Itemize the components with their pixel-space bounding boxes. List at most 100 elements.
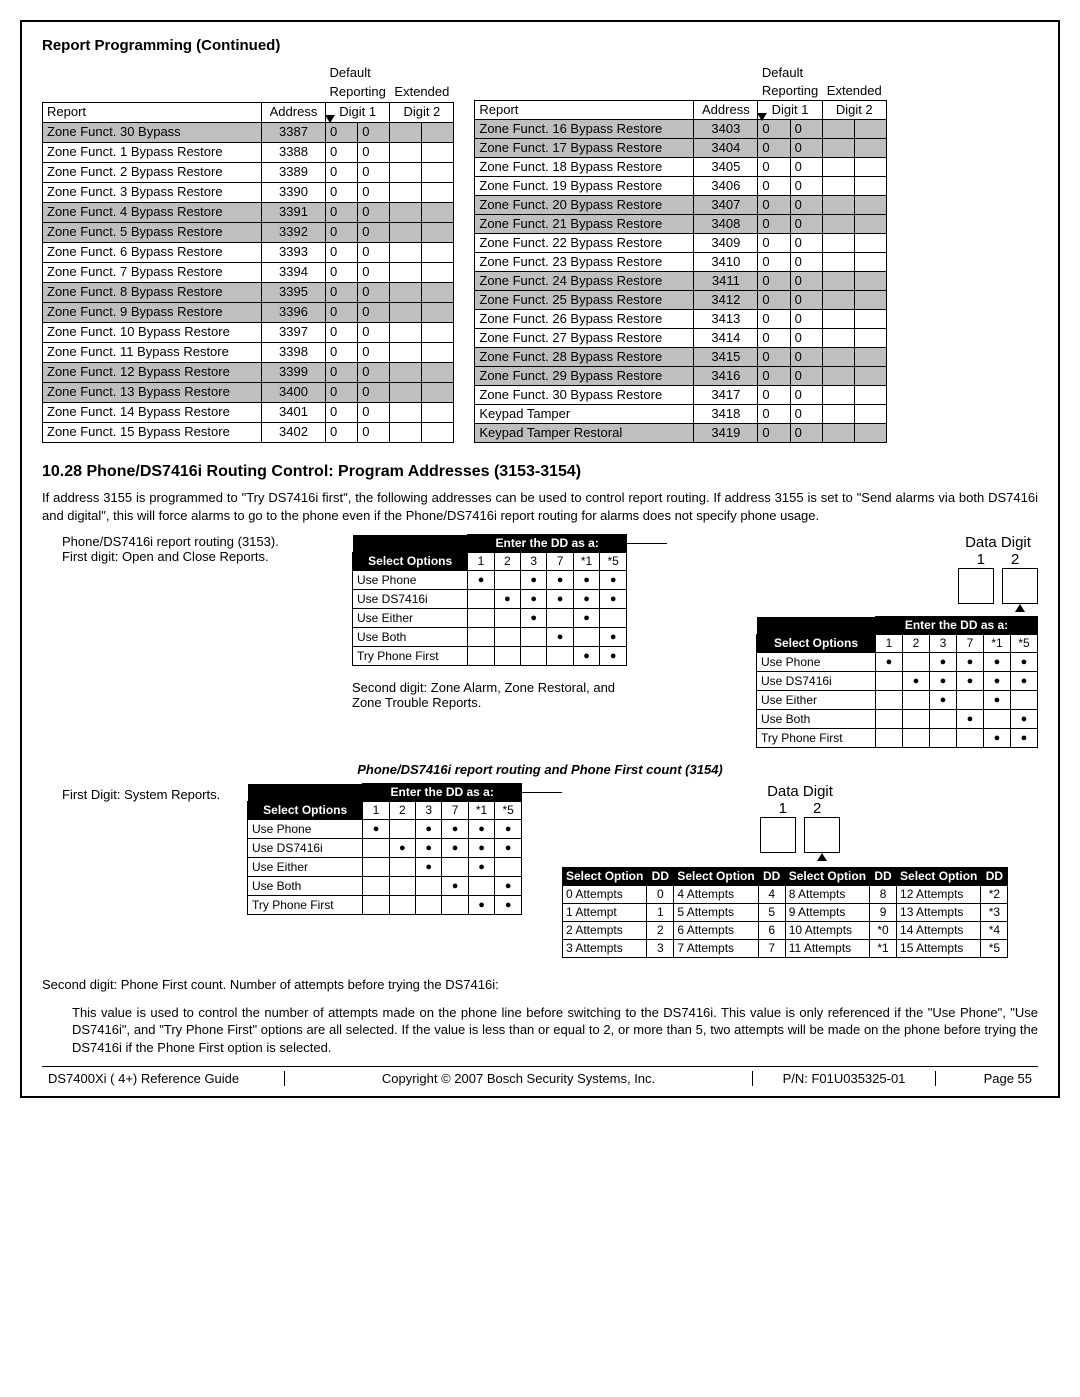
table-row: Zone Funct. 28 Bypass Restore341500 xyxy=(475,348,886,367)
left-report-table: Default Reporting Extended Report Addres… xyxy=(42,64,454,443)
footer-guide: DS7400Xi ( 4+) Reference Guide xyxy=(42,1071,284,1086)
dd-box-2a[interactable] xyxy=(1002,568,1038,604)
option-row: Use DS7416i xyxy=(353,590,627,609)
data-digit-label-2: Data Digit xyxy=(760,783,840,800)
extended-label: Extended xyxy=(390,83,454,102)
intro-paragraph: If address 3155 is programmed to "Try DS… xyxy=(42,489,1038,524)
attempts-table: Select OptionDD Select OptionDD Select O… xyxy=(562,867,1008,958)
table-row: Zone Funct. 5 Bypass Restore339200 xyxy=(43,222,454,242)
enter-dd-b: Enter the DD as a: xyxy=(876,617,1038,635)
select-options-a: Select Options xyxy=(353,553,468,571)
table-row: Zone Funct. 20 Bypass Restore340700 xyxy=(475,196,886,215)
default-label: Default xyxy=(326,64,454,83)
table-row: Zone Funct. 14 Bypass Restore340100 xyxy=(43,402,454,422)
table-row: Zone Funct. 4 Bypass Restore339100 xyxy=(43,202,454,222)
table-row: Zone Funct. 3 Bypass Restore339000 xyxy=(43,182,454,202)
option-row: Use DS7416i xyxy=(757,672,1038,691)
section-title: Report Programming (Continued) xyxy=(42,37,1038,54)
table-row: Keypad Tamper341800 xyxy=(475,405,886,424)
table-row: Zone Funct. 27 Bypass Restore341400 xyxy=(475,329,886,348)
options-table-b: Enter the DD as a: Select Options 1237*1… xyxy=(756,616,1038,748)
table-row: Zone Funct. 25 Bypass Restore341200 xyxy=(475,291,886,310)
table-row: Zone Funct. 18 Bypass Restore340500 xyxy=(475,158,886,177)
col-address-hdr-r: Address xyxy=(694,101,758,120)
first-digit-system: First Digit: System Reports. xyxy=(42,783,247,802)
table-row: Zone Funct. 6 Bypass Restore339300 xyxy=(43,242,454,262)
table-row: Zone Funct. 30 Bypass Restore341700 xyxy=(475,386,886,405)
final-paragraph: This value is used to control the number… xyxy=(42,1004,1038,1057)
option-row: Use Either xyxy=(248,858,522,877)
table-row: Zone Funct. 24 Bypass Restore341100 xyxy=(475,272,886,291)
col-address-hdr: Address xyxy=(262,102,326,122)
col-report-hdr-r: Report xyxy=(475,101,694,120)
attempts-row: 0 Attempts04 Attempts48 Attempts812 Atte… xyxy=(563,886,1008,904)
routing-3154-title: Phone/DS7416i report routing and Phone F… xyxy=(42,762,1038,777)
table-row: Zone Funct. 26 Bypass Restore341300 xyxy=(475,310,886,329)
table-row: Zone Funct. 1 Bypass Restore338800 xyxy=(43,142,454,162)
option-row: Use Both xyxy=(248,877,522,896)
reporting-label: Reporting xyxy=(326,83,390,102)
col-digit1-hdr-r: Digit 1 xyxy=(758,101,822,120)
dd-box-2b[interactable] xyxy=(804,817,840,853)
table-row: Zone Funct. 15 Bypass Restore340200 xyxy=(43,422,454,442)
second-digit-count: Second digit: Phone First count. Number … xyxy=(42,976,1038,994)
attempts-row: 3 Attempts37 Attempts711 Attempts*115 At… xyxy=(563,940,1008,958)
option-row: Use Phone xyxy=(353,571,627,590)
table-row: Zone Funct. 23 Bypass Restore341000 xyxy=(475,253,886,272)
col-digit2-hdr-r: Digit 2 xyxy=(822,101,886,120)
table-row: Zone Funct. 30 Bypass338700 xyxy=(43,122,454,142)
default-label-r: Default xyxy=(758,64,886,82)
footer-copyright: Copyright © 2007 Bosch Security Systems,… xyxy=(284,1071,753,1086)
table-row: Zone Funct. 21 Bypass Restore340800 xyxy=(475,215,886,234)
reporting-label-r: Reporting xyxy=(758,82,822,101)
option-row: Use Phone xyxy=(757,653,1038,672)
col-digit2-hdr: Digit 2 xyxy=(390,102,454,122)
table-row: Zone Funct. 19 Bypass Restore340600 xyxy=(475,177,886,196)
option-row: Try Phone First xyxy=(757,729,1038,748)
dd-box-1a[interactable] xyxy=(958,568,994,604)
table-row: Zone Funct. 29 Bypass Restore341600 xyxy=(475,367,886,386)
dd-box-1b[interactable] xyxy=(760,817,796,853)
select-options-b: Select Options xyxy=(757,635,876,653)
heading-1028: 10.28 Phone/DS7416i Routing Control: Pro… xyxy=(42,463,1038,481)
enter-dd-a: Enter the DD as a: xyxy=(468,535,627,553)
table-row: Keypad Tamper Restoral341900 xyxy=(475,424,886,443)
footer-pn: P/N: F01U035325-01 xyxy=(753,1071,936,1086)
option-row: Try Phone First xyxy=(353,647,627,666)
option-row: Use Both xyxy=(353,628,627,647)
table-row: Zone Funct. 8 Bypass Restore339500 xyxy=(43,282,454,302)
table-row: Zone Funct. 13 Bypass Restore340000 xyxy=(43,382,454,402)
table-row: Zone Funct. 12 Bypass Restore339900 xyxy=(43,362,454,382)
table-row: Zone Funct. 17 Bypass Restore340400 xyxy=(475,139,886,158)
attempts-row: 1 Attempt15 Attempts59 Attempts913 Attem… xyxy=(563,904,1008,922)
attempts-row: 2 Attempts26 Attempts610 Attempts*014 At… xyxy=(563,922,1008,940)
left-notes-3153: Phone/DS7416i report routing (3153). Fir… xyxy=(42,534,352,564)
footer: DS7400Xi ( 4+) Reference Guide Copyright… xyxy=(42,1066,1038,1086)
option-row: Try Phone First xyxy=(248,896,522,915)
data-digit-label-1: Data Digit xyxy=(958,534,1038,551)
table-row: Zone Funct. 11 Bypass Restore339800 xyxy=(43,342,454,362)
table-row: Zone Funct. 2 Bypass Restore338900 xyxy=(43,162,454,182)
extended-label-r: Extended xyxy=(822,82,886,101)
table-row: Zone Funct. 10 Bypass Restore339700 xyxy=(43,322,454,342)
tables-row: Default Reporting Extended Report Addres… xyxy=(42,64,1038,443)
table-row: Zone Funct. 9 Bypass Restore339600 xyxy=(43,302,454,322)
col-report-hdr: Report xyxy=(43,102,262,122)
right-report-table: Default Reporting Extended Report Addres… xyxy=(474,64,886,443)
table-row: Zone Funct. 22 Bypass Restore340900 xyxy=(475,234,886,253)
option-row: Use Both xyxy=(757,710,1038,729)
option-row: Use Either xyxy=(757,691,1038,710)
option-row: Use Either xyxy=(353,609,627,628)
second-digit-note: Second digit: Zone Alarm, Zone Restoral,… xyxy=(352,680,627,710)
enter-dd-c: Enter the DD as a: xyxy=(363,784,522,802)
options-table-a: Enter the DD as a: Select Options 1237*1… xyxy=(352,534,627,666)
option-row: Use DS7416i xyxy=(248,839,522,858)
select-options-c: Select Options xyxy=(248,802,363,820)
table-row: Zone Funct. 7 Bypass Restore339400 xyxy=(43,262,454,282)
page-frame: Report Programming (Continued) Default R… xyxy=(20,20,1060,1098)
table-row: Zone Funct. 16 Bypass Restore340300 xyxy=(475,120,886,139)
col-digit1-hdr: Digit 1 xyxy=(326,102,390,122)
options-table-c: Enter the DD as a: Select Options 1237*1… xyxy=(247,783,522,915)
option-row: Use Phone xyxy=(248,820,522,839)
footer-page: Page 55 xyxy=(936,1071,1038,1086)
